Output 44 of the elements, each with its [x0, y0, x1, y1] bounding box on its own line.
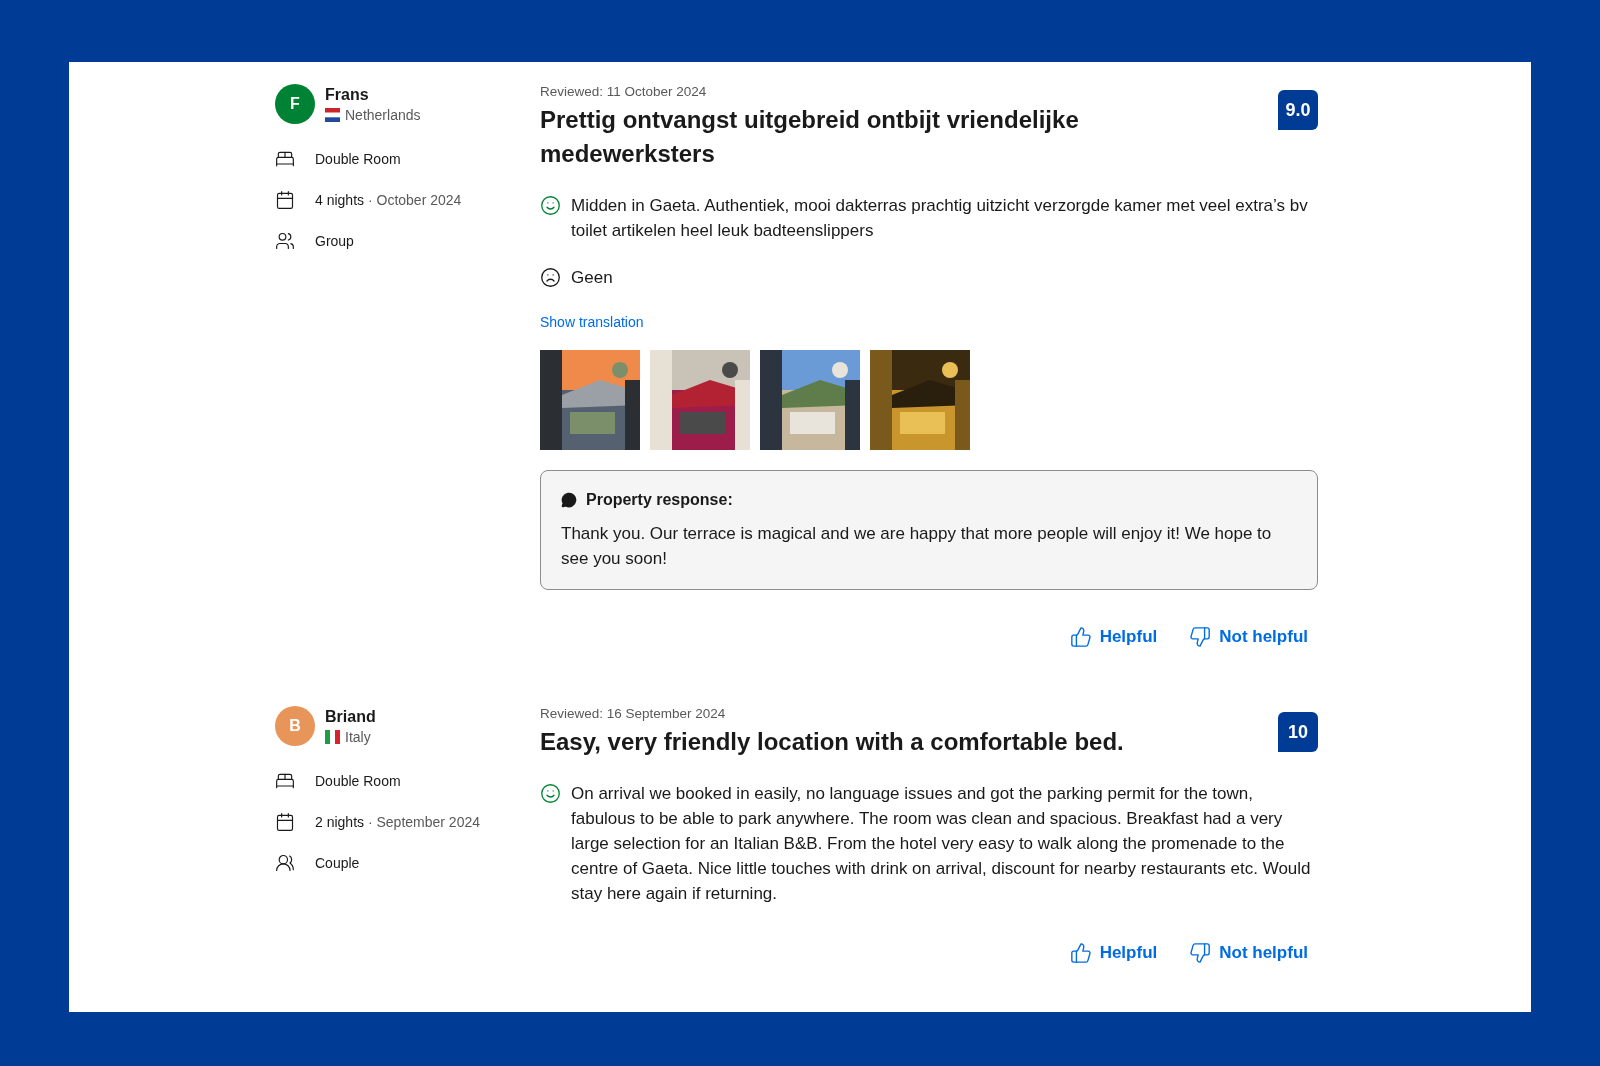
avatar: F — [275, 84, 315, 124]
review-title: Easy, very friendly location with a comfortable bed. — [540, 727, 1124, 757]
smile-icon — [540, 783, 561, 804]
smile-icon — [540, 195, 561, 216]
show-translation-link[interactable]: Show translation — [540, 314, 644, 330]
reviewer-name: Frans — [325, 85, 370, 104]
helpful-button[interactable]: Helpful — [1059, 936, 1168, 970]
stay-dates: 4 nights · October 2024 — [315, 192, 462, 208]
review-date: Reviewed: 16 September 2024 — [540, 706, 727, 721]
bed-icon — [275, 771, 295, 791]
review-date: Reviewed: 11 October 2024 — [540, 84, 708, 99]
reviewer-country: Italy — [345, 728, 371, 745]
positive-comment: On arrival we booked in easily, no language issues and got the parking permit for the town, fabulous to be able to park anywhere. The room was clean and spacious. Breakfast had a very large selection for an Italian B&B. From the hotel very easy to walk along the promenade to the centre of Gaeta. Nice little touches with drink on arrival, discount for nearby restaurants etc. Would stay here again if returning. — [571, 783, 1312, 905]
helpful-button[interactable]: Helpful — [1059, 620, 1168, 654]
calendar-icon — [275, 190, 295, 210]
avatar: B — [275, 706, 315, 746]
frown-icon — [540, 267, 561, 288]
thumbs-up-icon — [1069, 942, 1092, 964]
room-type: Double Room — [315, 151, 401, 167]
flag-icon — [325, 729, 340, 744]
traveller-type: Couple — [315, 855, 360, 871]
score-badge: 10 — [1278, 712, 1318, 752]
calendar-icon — [275, 812, 295, 832]
negative-comment: Geen — [571, 267, 613, 289]
not-helpful-button[interactable]: Not helpful — [1179, 936, 1318, 970]
bed-icon — [275, 149, 295, 169]
thumbs-up-icon — [1069, 626, 1092, 648]
response-heading: Property response: — [586, 491, 733, 509]
speech-bubble-icon — [561, 492, 577, 508]
traveller-type: Group — [315, 233, 354, 249]
thumbs-down-icon — [1189, 626, 1212, 648]
room-type: Double Room — [315, 773, 401, 789]
people-icon — [275, 231, 295, 251]
review-title: Prettig ontvangst uitgebreid ontbijt vriendelijke medewerksters — [540, 105, 1080, 169]
stay-dates: 2 nights · September 2024 — [315, 814, 480, 830]
not-helpful-button[interactable]: Not helpful — [1179, 620, 1318, 654]
reviewer-country: Netherlands — [345, 106, 421, 123]
positive-comment: Midden in Gaeta. Authentiek, mooi dakterras prachtig uitzicht verzorgde kamer met veel extra’s bv toilet artikelen heel leuk badteenslippers — [571, 195, 1309, 242]
reviewer-name: Briand — [325, 707, 376, 726]
score-badge: 9.0 — [1278, 90, 1318, 130]
people-icon — [275, 853, 295, 873]
response-text: Thank you. Our terrace is magical and we are happy that more people will enjoy it! We hope to see you soon! — [561, 523, 1273, 570]
thumbs-down-icon — [1189, 942, 1212, 964]
flag-icon — [325, 107, 340, 122]
